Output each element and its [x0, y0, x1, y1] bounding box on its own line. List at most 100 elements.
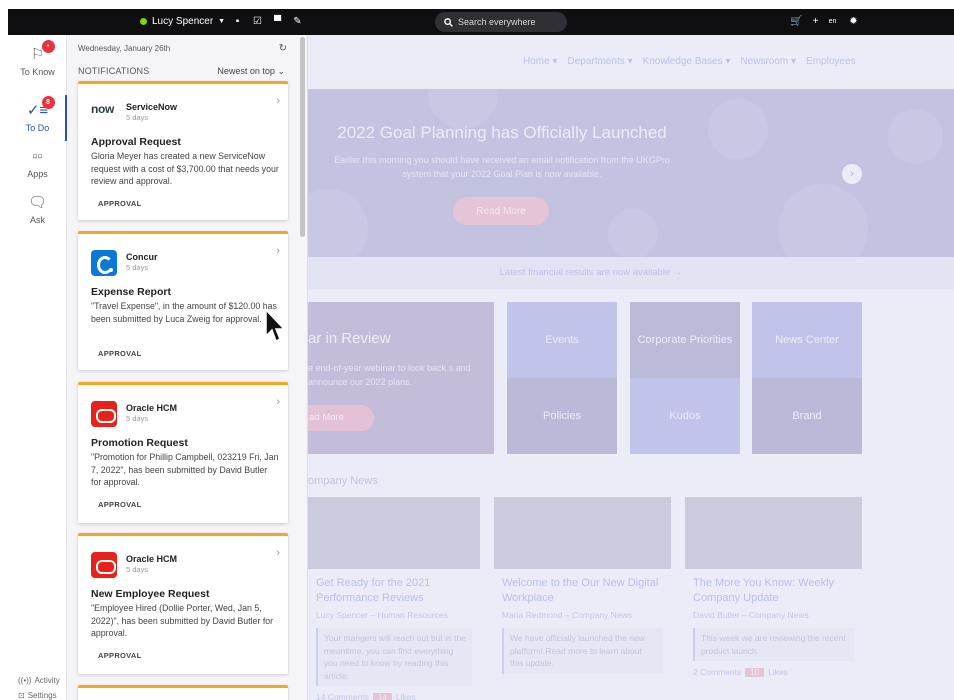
card-tag: APPROVAL	[98, 500, 142, 509]
likes-label: Likes	[768, 667, 788, 677]
oracle-logo	[91, 401, 117, 427]
news-title[interactable]: Get Ready for the 2021 Performance Revie…	[316, 576, 480, 606]
todo-count-badge: 8	[41, 96, 55, 109]
language-icon[interactable]: en	[827, 16, 838, 27]
refresh-icon[interactable]: ↻	[279, 43, 287, 54]
rail-label: To Know	[20, 67, 55, 77]
settings-label: Settings	[27, 691, 57, 700]
tile-kudos[interactable]: Kudos	[630, 378, 740, 454]
news-title[interactable]: Welcome to the Our New Digital Workplace	[502, 576, 671, 606]
rail-item-ask[interactable]: 🗨 Ask	[8, 183, 67, 237]
notifications-panel: Wednesday, January 26th ↻ NOTIFICATIONS …	[67, 35, 308, 700]
card-vendor: Oracle HCM	[126, 403, 178, 413]
activity-icon: ((•))	[18, 676, 32, 685]
year-review-title: ar in Review	[308, 330, 391, 347]
settings-link[interactable]: ⊡ Settings	[18, 691, 57, 700]
user-name: Lucy Spencer	[152, 16, 214, 27]
mouse-cursor-icon	[265, 308, 286, 343]
news-card[interactable]: Welcome to the Our New Digital Workplace…	[494, 497, 671, 700]
tile-corporate-priorities[interactable]: Corporate Priorities	[630, 302, 740, 378]
card-tag: APPROVAL	[98, 199, 142, 208]
concur-logo	[91, 250, 117, 276]
scrollbar[interactable]	[300, 37, 305, 237]
activity-link[interactable]: ((•)) Activity	[18, 676, 60, 685]
likes-count: 14	[372, 692, 392, 700]
decor-bubble	[888, 109, 943, 164]
year-review-button[interactable]: ad More	[308, 405, 374, 431]
chevron-right-icon[interactable]: ›	[842, 164, 862, 184]
comments-count: 14 Comments	[316, 692, 369, 700]
sort-label: Newest on top	[217, 66, 275, 76]
panel-title: NOTIFICATIONS	[78, 66, 150, 76]
notification-card[interactable]: Oracle HCM 5 days › New Employee Request…	[78, 533, 288, 674]
rail-label: Apps	[27, 169, 48, 179]
notification-card[interactable]: Concur 5 days › Expense Report "Travel E…	[78, 231, 288, 370]
tile-events[interactable]: Events	[507, 302, 617, 378]
search-icon	[444, 17, 453, 27]
oracle-logo	[91, 552, 117, 578]
news-card[interactable]: The More You Know: Weekly Company Update…	[685, 497, 862, 700]
chevron-right-icon[interactable]: ›	[276, 245, 280, 257]
news-card[interactable]: Get Ready for the 2021 Performance Revie…	[308, 497, 480, 700]
likes-count: 10	[745, 667, 765, 677]
decor-bubble	[708, 99, 768, 159]
notification-card[interactable]: Oracle HCM 5 days › Promotion Request "P…	[78, 382, 288, 523]
news-description: Your mangers will reach out but in the m…	[316, 628, 472, 686]
news-footer: 2 Comments 10 Likes	[693, 667, 862, 677]
cart-icon[interactable]: 🛒	[790, 16, 802, 27]
chevron-right-icon[interactable]: ›	[276, 396, 280, 408]
card-vendor: Concur	[126, 252, 158, 262]
chat-icon[interactable]: ▪	[232, 16, 243, 27]
read-more-button[interactable]: Read More	[453, 197, 549, 225]
plus-icon[interactable]: +	[810, 16, 821, 27]
chevron-down-icon: ⌄	[277, 66, 285, 76]
tile-brand[interactable]: Brand	[752, 378, 862, 454]
comments-count: 2 Comments	[693, 667, 742, 677]
settings-icon[interactable]: ✹	[848, 16, 859, 27]
news-image	[494, 497, 671, 569]
chevron-down-icon: ▼	[218, 18, 226, 25]
hero-text: Earlier this morning you should have rec…	[334, 155, 670, 179]
tile-policies[interactable]: Policies	[507, 378, 617, 454]
chevron-right-icon[interactable]: ›	[276, 95, 280, 107]
hero-banner: 2022 Goal Planning has Officially Launch…	[308, 89, 954, 257]
card-tag: APPROVAL	[98, 651, 142, 660]
search-input[interactable]	[458, 17, 558, 27]
year-review-text: e end-of-year webinar to look back s and…	[308, 363, 471, 387]
news-title[interactable]: The More You Know: Weekly Company Update	[693, 576, 862, 606]
checklist-icon[interactable]: ☑	[252, 16, 263, 27]
nav-employees[interactable]: Employees	[806, 56, 855, 67]
news-ticker[interactable]: Latest financial results are now availab…	[308, 257, 954, 289]
card-body: "Employee Hired (Dollie Porter, Wed, Jan…	[91, 603, 274, 638]
year-in-review-banner: ar in Review e end-of-year webinar to lo…	[308, 302, 494, 454]
activity-label: Activity	[34, 676, 60, 685]
notification-card[interactable]	[78, 685, 288, 700]
search-bar[interactable]	[435, 12, 567, 32]
edit-icon[interactable]: ✎	[292, 16, 303, 27]
notification-badge: •	[41, 40, 55, 53]
news-image	[308, 497, 480, 569]
screen: Lucy Spencer ▼ ▪ ☑ ▀ ✎ 🛒 + en ✹ ⚐• To Kn…	[0, 0, 954, 700]
nav-knowledge-bases[interactable]: Knowledge Bases ▾	[643, 56, 731, 67]
rail-item-to-know[interactable]: ⚐ • To Know	[8, 35, 67, 89]
bookmark-icon[interactable]: ▀	[272, 16, 283, 27]
intranet-page: Home ▾ Departments ▾ Knowledge Bases ▾ N…	[308, 35, 954, 700]
news-image	[685, 497, 862, 569]
rail-label: Ask	[29, 215, 45, 225]
card-age: 5 days	[126, 113, 149, 122]
settings-icon: ⊡	[18, 691, 25, 700]
tile-news-center[interactable]: News Center	[752, 302, 862, 378]
likes-label: Likes	[395, 692, 416, 700]
user-menu[interactable]: Lucy Spencer ▼	[140, 16, 225, 27]
notification-card[interactable]: now ServiceNow 5 days › Approval Request…	[78, 81, 288, 220]
rail-label: To Do	[25, 123, 50, 133]
news-description: This week we are reviewing the recent pr…	[693, 628, 854, 661]
card-age: 5 days	[126, 414, 149, 423]
card-body: Gloria Meyer has created a new ServiceNo…	[91, 151, 279, 186]
nav-newsroom[interactable]: Newsroom ▾	[740, 56, 796, 67]
nav-departments[interactable]: Departments ▾	[568, 56, 633, 67]
card-vendor: Oracle HCM	[126, 554, 178, 564]
sort-dropdown[interactable]: Newest on top ⌄	[217, 66, 285, 77]
chevron-right-icon[interactable]: ›	[276, 547, 280, 559]
nav-home[interactable]: Home ▾	[523, 56, 558, 67]
